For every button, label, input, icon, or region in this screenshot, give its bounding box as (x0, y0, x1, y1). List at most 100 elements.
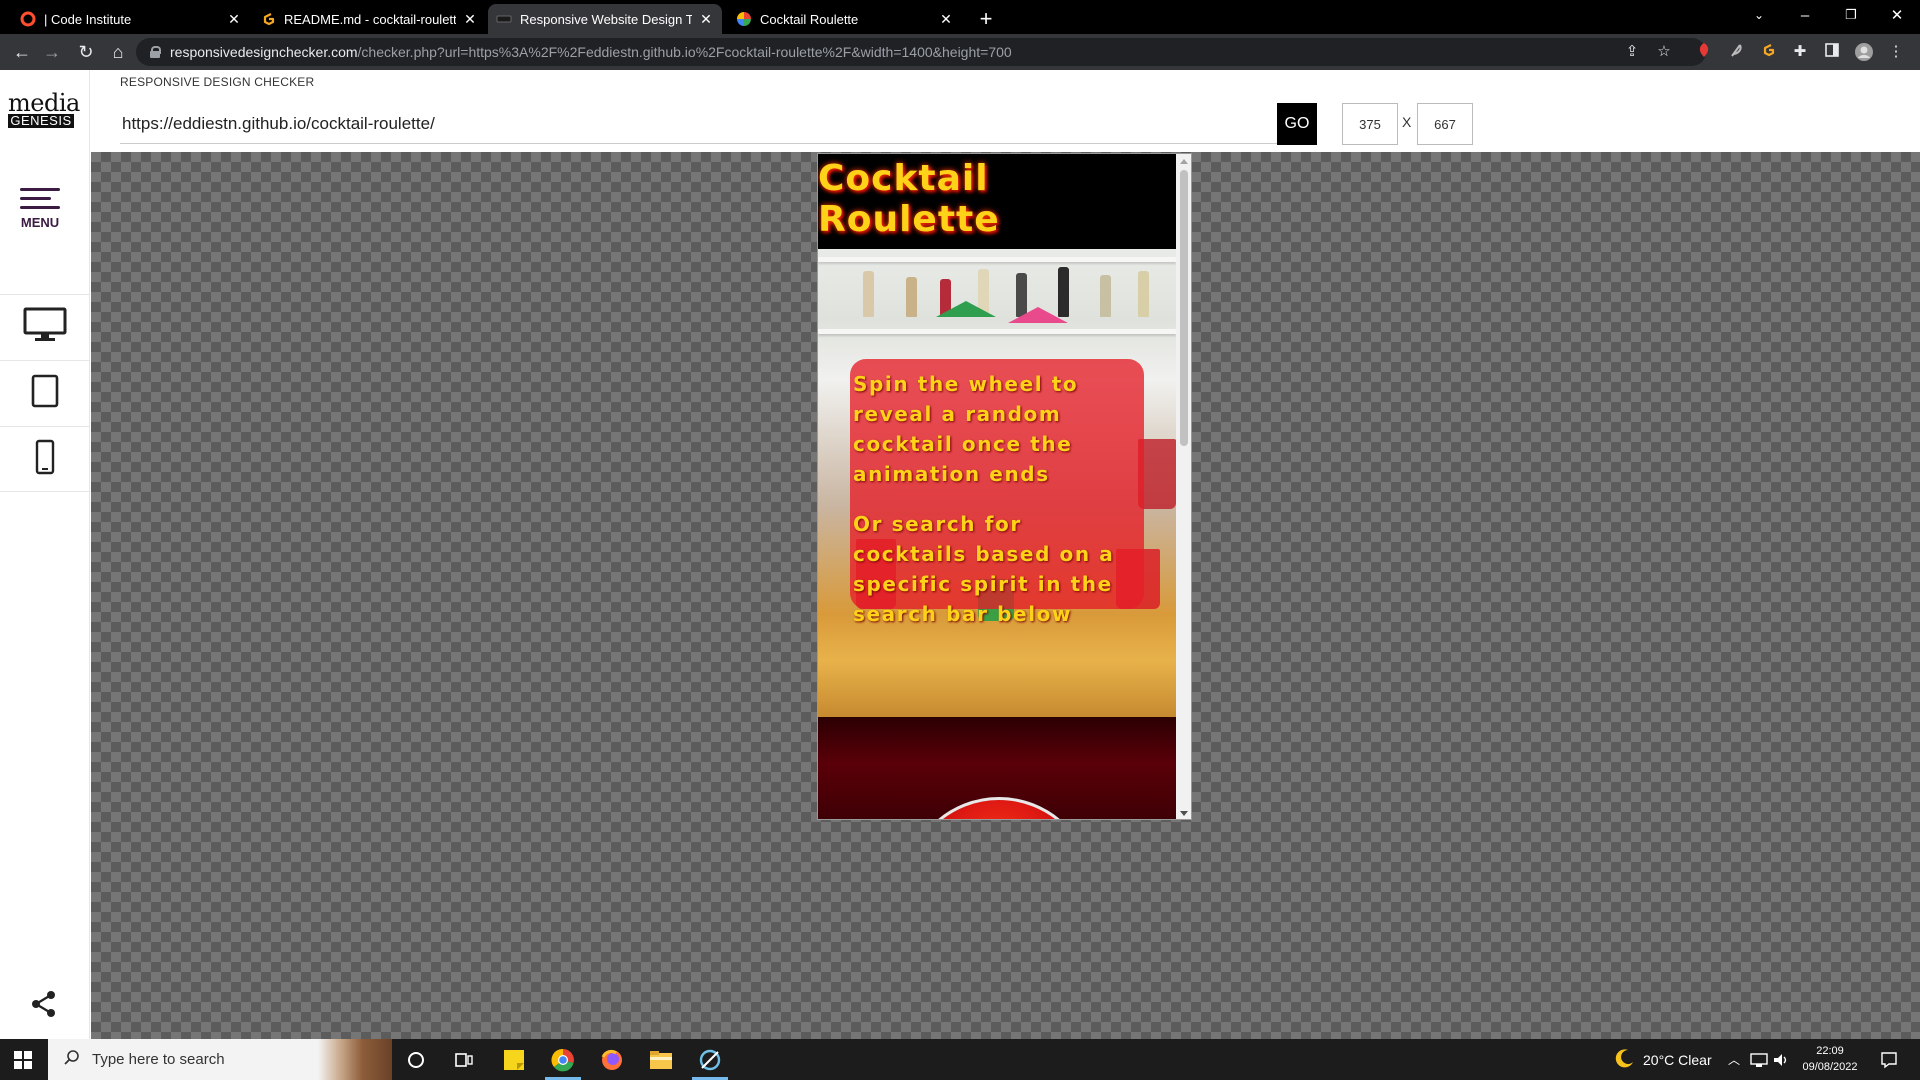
extension-gitpod-icon[interactable] (1758, 42, 1778, 62)
sticky-notes-icon[interactable] (490, 1039, 538, 1080)
tab-label: Cocktail Roulette (760, 11, 859, 27)
tablet-icon (31, 374, 59, 413)
extensions-puzzle-icon[interactable]: ✚ (1790, 42, 1810, 62)
chrome-taskbar-icon[interactable] (539, 1039, 587, 1080)
new-tab-button[interactable]: + (972, 6, 1000, 32)
restore-button[interactable]: ❐ (1828, 0, 1874, 30)
close-window-button[interactable]: ✕ (1874, 0, 1920, 30)
tab-search-button[interactable]: ⌄ (1736, 0, 1782, 30)
tab-label: | Code Institute (44, 11, 132, 27)
url-path: /checker.php?url=https%3A%2F%2Feddiestn.… (357, 44, 1012, 60)
hero-image: Spin the wheel to reveal a random cockta… (818, 249, 1176, 717)
height-input[interactable]: 667 (1417, 103, 1473, 145)
cocktail-umbrella (1008, 307, 1068, 323)
close-icon[interactable]: ✕ (226, 11, 242, 28)
forward-icon[interactable]: → (40, 40, 64, 64)
tablet-view-button[interactable] (0, 360, 90, 426)
cortana-icon[interactable] (392, 1039, 440, 1080)
tab-code-institute[interactable]: | Code Institute ✕ (12, 4, 250, 34)
bar-shelf (818, 257, 1176, 262)
tab-responsive-checker[interactable]: Responsive Website Design Teste ✕ (488, 4, 722, 34)
dimension-separator: X (1402, 114, 1412, 130)
browser-toolbar: ← → ↻ ⌂ responsivedesignchecker.com /che… (0, 34, 1920, 70)
search-highlight-image (318, 1039, 392, 1080)
moon-icon (1613, 1047, 1635, 1072)
back-icon[interactable]: ← (10, 40, 34, 64)
tab-label: README.md - cocktail-roulette - (284, 11, 456, 27)
weather-text: 20°C Clear (1643, 1051, 1712, 1068)
lock-icon (150, 46, 161, 58)
address-bar[interactable]: responsivedesignchecker.com /checker.php… (136, 38, 1706, 66)
firefox-taskbar-icon[interactable] (588, 1039, 636, 1080)
checker-topbar: RESPONSIVE DESIGN CHECKER https://eddies… (91, 70, 1920, 152)
roulette-wheel-section (818, 717, 1176, 819)
taskbar-clock[interactable]: 22:09 09/08/2022 (1787, 1043, 1873, 1075)
intro-text-box: Spin the wheel to reveal a random cockta… (850, 359, 1144, 626)
preview-scrollbar[interactable] (1176, 154, 1191, 819)
desktop-view-button[interactable] (0, 294, 90, 360)
tab-label: Responsive Website Design Teste (520, 11, 692, 27)
cocktail-umbrella (936, 301, 996, 317)
notifications-icon[interactable] (1880, 1039, 1898, 1080)
weather-widget[interactable]: 20°C Clear (1613, 1039, 1712, 1080)
browser-menu-icon[interactable]: ⋮ (1886, 42, 1906, 62)
bottle (1100, 275, 1111, 317)
scroll-down-arrow-icon[interactable] (1180, 811, 1188, 816)
minimize-button[interactable]: – (1782, 0, 1828, 30)
scroll-up-arrow-icon[interactable] (1180, 159, 1188, 164)
close-icon[interactable]: ✕ (938, 11, 954, 28)
share-icon[interactable] (30, 990, 58, 1018)
browser-tab-strip: | Code Institute ✕ README.md - cocktail-… (0, 0, 1920, 34)
menu-button[interactable]: MENU (18, 188, 62, 230)
side-panel-icon[interactable] (1822, 42, 1842, 62)
windows-start-button[interactable] (0, 1039, 46, 1080)
task-view-icon[interactable] (440, 1039, 488, 1080)
tab-readme[interactable]: README.md - cocktail-roulette - ✕ (252, 4, 486, 34)
home-icon[interactable]: ⌂ (106, 40, 130, 64)
windows-taskbar: Type here to search 20°C Clear ︿ 22:09 0… (0, 1039, 1920, 1080)
scroll-thumb[interactable] (1180, 170, 1188, 446)
share-page-icon[interactable]: ⇪ (1622, 42, 1642, 62)
mobile-icon (35, 439, 55, 480)
tab-cocktail-roulette[interactable]: Cocktail Roulette ✕ (728, 4, 962, 34)
rdc-icon (496, 11, 512, 27)
site-title: Cocktail Roulette (818, 157, 1000, 240)
logo-text-top: media (8, 89, 80, 117)
cocktail-roulette-icon (736, 11, 752, 27)
profile-avatar-icon[interactable] (1854, 42, 1874, 62)
bookmark-star-icon[interactable]: ☆ (1654, 42, 1674, 62)
windows-logo-icon (14, 1050, 32, 1069)
bar-shelf (818, 329, 1176, 334)
clock-date: 09/08/2022 (1802, 1061, 1858, 1073)
close-icon[interactable]: ✕ (698, 11, 714, 28)
show-hidden-icons-icon[interactable]: ︿ (1728, 1039, 1740, 1080)
extension-feather-icon[interactable] (1726, 42, 1746, 62)
network-icon[interactable] (1750, 1039, 1768, 1080)
roulette-wheel[interactable] (904, 797, 1094, 819)
gitpod-icon (260, 11, 276, 27)
bottle (863, 271, 874, 317)
taskbar-search-box[interactable]: Type here to search (48, 1039, 392, 1080)
code-institute-icon (20, 11, 36, 27)
device-preview-frame[interactable]: Cocktail Roulette Spin the wheel to reve… (817, 153, 1192, 820)
intro-paragraph-search: Or search for cocktails based on a speci… (853, 512, 1115, 626)
site-header: Cocktail Roulette (818, 154, 1176, 249)
reload-icon[interactable]: ↻ (74, 40, 98, 64)
cocktail-roulette-site: Cocktail Roulette Spin the wheel to reve… (818, 154, 1176, 819)
sidebar: media GENESIS MENU (0, 70, 90, 1039)
test-url-input[interactable]: https://eddiestn.github.io/cocktail-roul… (120, 104, 1278, 144)
width-input[interactable]: 375 (1342, 103, 1398, 145)
bottle (906, 277, 917, 317)
search-placeholder: Type here to search (92, 1051, 225, 1068)
menu-label: MENU (20, 215, 60, 230)
media-genesis-logo[interactable]: media GENESIS (8, 89, 80, 128)
url-host: responsivedesignchecker.com (170, 44, 358, 60)
page-title: RESPONSIVE DESIGN CHECKER (120, 75, 315, 89)
snipping-tool-icon[interactable] (686, 1039, 734, 1080)
intro-paragraph-spin: Spin the wheel to reveal a random cockta… (853, 372, 1079, 486)
go-button[interactable]: GO (1277, 103, 1317, 145)
extension-red-icon[interactable] (1694, 42, 1714, 62)
close-icon[interactable]: ✕ (462, 11, 478, 28)
file-explorer-icon[interactable] (637, 1039, 685, 1080)
mobile-view-button[interactable] (0, 426, 90, 492)
